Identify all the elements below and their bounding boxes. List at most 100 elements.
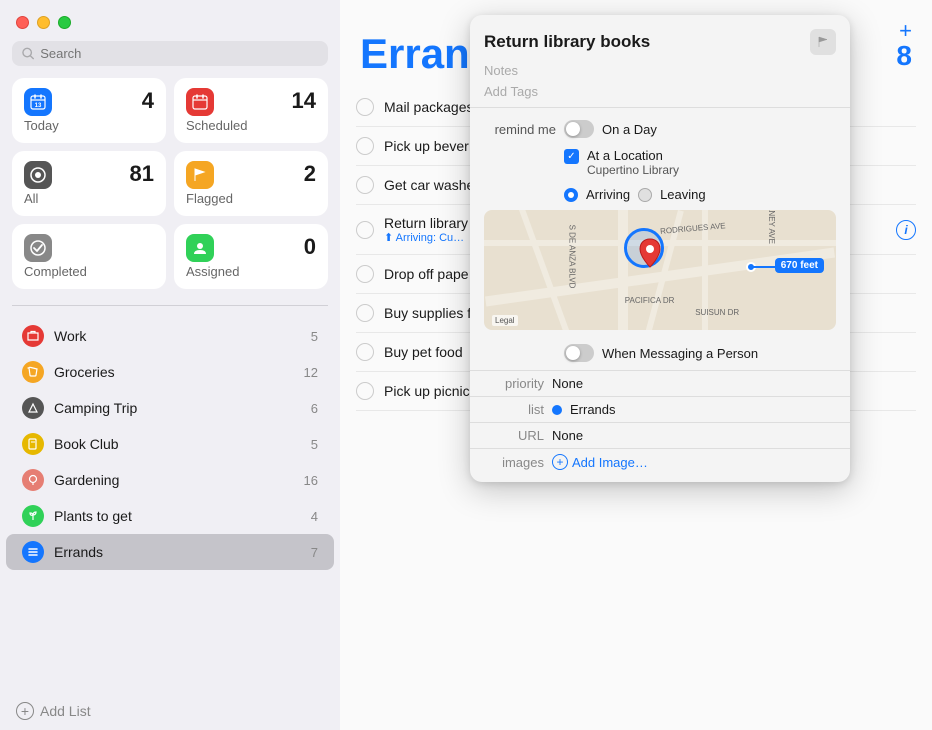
map-road-v1: [618, 210, 628, 330]
main-content: + Errands 8 Mail packages Pick up bever……: [340, 0, 932, 730]
search-bar[interactable]: [12, 41, 328, 66]
priority-value: None: [552, 376, 583, 391]
work-list-count: 5: [311, 329, 318, 344]
list-field-label: list: [484, 402, 544, 417]
map-legal-label: Legal: [492, 315, 518, 326]
detail-tags-placeholder[interactable]: Add Tags: [470, 82, 850, 107]
distance-label: 670 feet: [775, 258, 824, 273]
map-container: ANEY AVE RODRIGUES AVE S DE ANZA BLVD PA…: [484, 210, 836, 330]
scheduled-label: Scheduled: [186, 118, 316, 133]
map-label-deanza: S DE ANZA BLVD: [568, 225, 577, 289]
all-count: 81: [130, 161, 154, 187]
camping-list-name: Camping Trip: [54, 400, 301, 416]
plants-list-name: Plants to get: [54, 508, 301, 524]
at-location-checkbox[interactable]: ✓: [564, 149, 579, 164]
messaging-row: When Messaging a Person: [470, 340, 850, 370]
sidebar: 13 4 Today 14 Scheduled: [0, 0, 340, 730]
map-label-pacifica: PACIFICA DR: [625, 296, 675, 305]
location-pin-svg: [639, 238, 661, 268]
smart-list-assigned[interactable]: 0 Assigned: [174, 224, 328, 289]
smart-list-scheduled[interactable]: 14 Scheduled: [174, 78, 328, 143]
all-icon: [24, 161, 52, 189]
leaving-radio[interactable]: [638, 188, 652, 202]
url-value: None: [552, 428, 583, 443]
add-image-button[interactable]: + Add Image…: [552, 454, 648, 470]
add-list-button[interactable]: + Add List: [0, 692, 340, 730]
smart-lists: 13 4 Today 14 Scheduled: [0, 78, 340, 301]
images-label: images: [484, 455, 544, 470]
scheduled-icon: [186, 88, 214, 116]
list-item-plants[interactable]: Plants to get 4: [6, 498, 334, 534]
list-item-errands[interactable]: Errands 7: [6, 534, 334, 570]
bookclub-list-name: Book Club: [54, 436, 301, 452]
flag-button[interactable]: [810, 29, 836, 55]
errands-icon: [22, 541, 44, 563]
remind-me-row: remind me On a Day: [470, 114, 850, 144]
add-button[interactable]: +: [899, 18, 912, 44]
task-checkbox-car[interactable]: [356, 176, 374, 194]
today-icon: 13: [24, 88, 52, 116]
detail-notes-placeholder[interactable]: Notes: [470, 61, 850, 82]
messaging-toggle[interactable]: [564, 344, 594, 362]
gardening-icon: [22, 469, 44, 491]
minimize-button[interactable]: [37, 16, 50, 29]
at-location-label: At a Location: [587, 148, 679, 163]
work-icon: [22, 325, 44, 347]
list-row: list Errands: [470, 396, 850, 422]
assigned-label: Assigned: [186, 264, 316, 279]
map-label-aney: ANEY AVE: [766, 210, 775, 244]
close-button[interactable]: [16, 16, 29, 29]
images-row: images + Add Image…: [470, 448, 850, 482]
add-image-label: Add Image…: [572, 455, 648, 470]
assigned-icon: [186, 234, 214, 262]
info-button[interactable]: i: [896, 220, 916, 240]
gardening-list-count: 16: [304, 473, 318, 488]
task-checkbox-mail[interactable]: [356, 98, 374, 116]
smart-list-flagged[interactable]: 2 Flagged: [174, 151, 328, 216]
task-checkbox-library[interactable]: [356, 221, 374, 239]
arriving-radio[interactable]: [564, 188, 578, 202]
list-field-value: Errands: [570, 402, 616, 417]
priority-label: priority: [484, 376, 544, 391]
task-checkbox-picnic[interactable]: [356, 382, 374, 400]
work-list-name: Work: [54, 328, 301, 344]
url-row: URL None: [470, 422, 850, 448]
list-item-bookclub[interactable]: Book Club 5: [6, 426, 334, 462]
completed-icon: [24, 234, 52, 262]
map-pin: [639, 238, 661, 273]
smart-list-completed[interactable]: Completed: [12, 224, 166, 289]
task-checkbox-bev[interactable]: [356, 137, 374, 155]
task-checkbox-supplies[interactable]: [356, 304, 374, 322]
arriving-leaving-row: Arriving Leaving: [470, 181, 850, 210]
on-a-day-toggle[interactable]: [564, 120, 594, 138]
add-image-icon: +: [552, 454, 568, 470]
map-label-suisun: SUISUN DR: [695, 308, 739, 317]
smart-list-today[interactable]: 13 4 Today: [12, 78, 166, 143]
list-item-gardening[interactable]: Gardening 16: [6, 462, 334, 498]
search-input[interactable]: [40, 46, 318, 61]
task-checkbox-drop[interactable]: [356, 265, 374, 283]
map-background: ANEY AVE RODRIGUES AVE S DE ANZA BLVD PA…: [484, 210, 836, 330]
remind-me-label: remind me: [484, 122, 556, 137]
list-item-work[interactable]: Work 5: [6, 318, 334, 354]
smart-list-all[interactable]: 81 All: [12, 151, 166, 216]
section-divider: [12, 305, 328, 306]
url-label: URL: [484, 428, 544, 443]
detail-panel: Return library books Notes Add Tags remi…: [470, 15, 850, 482]
list-item-groceries[interactable]: Groceries 12: [6, 354, 334, 390]
errands-list-name: Errands: [54, 544, 301, 560]
groceries-list-count: 12: [304, 365, 318, 380]
flagged-count: 2: [304, 161, 316, 187]
today-label: Today: [24, 118, 154, 133]
task-checkbox-petfood[interactable]: [356, 343, 374, 361]
maximize-button[interactable]: [58, 16, 71, 29]
lists-section: Work 5 Groceries 12 Camping Trip 6 Book …: [0, 314, 340, 692]
list-item-camping[interactable]: Camping Trip 6: [6, 390, 334, 426]
gardening-list-name: Gardening: [54, 472, 294, 488]
detail-section-divider: [470, 107, 850, 108]
assigned-count: 0: [304, 234, 316, 260]
all-label: All: [24, 191, 154, 206]
camping-icon: [22, 397, 44, 419]
flag-icon: [816, 35, 830, 49]
svg-text:13: 13: [35, 103, 42, 109]
